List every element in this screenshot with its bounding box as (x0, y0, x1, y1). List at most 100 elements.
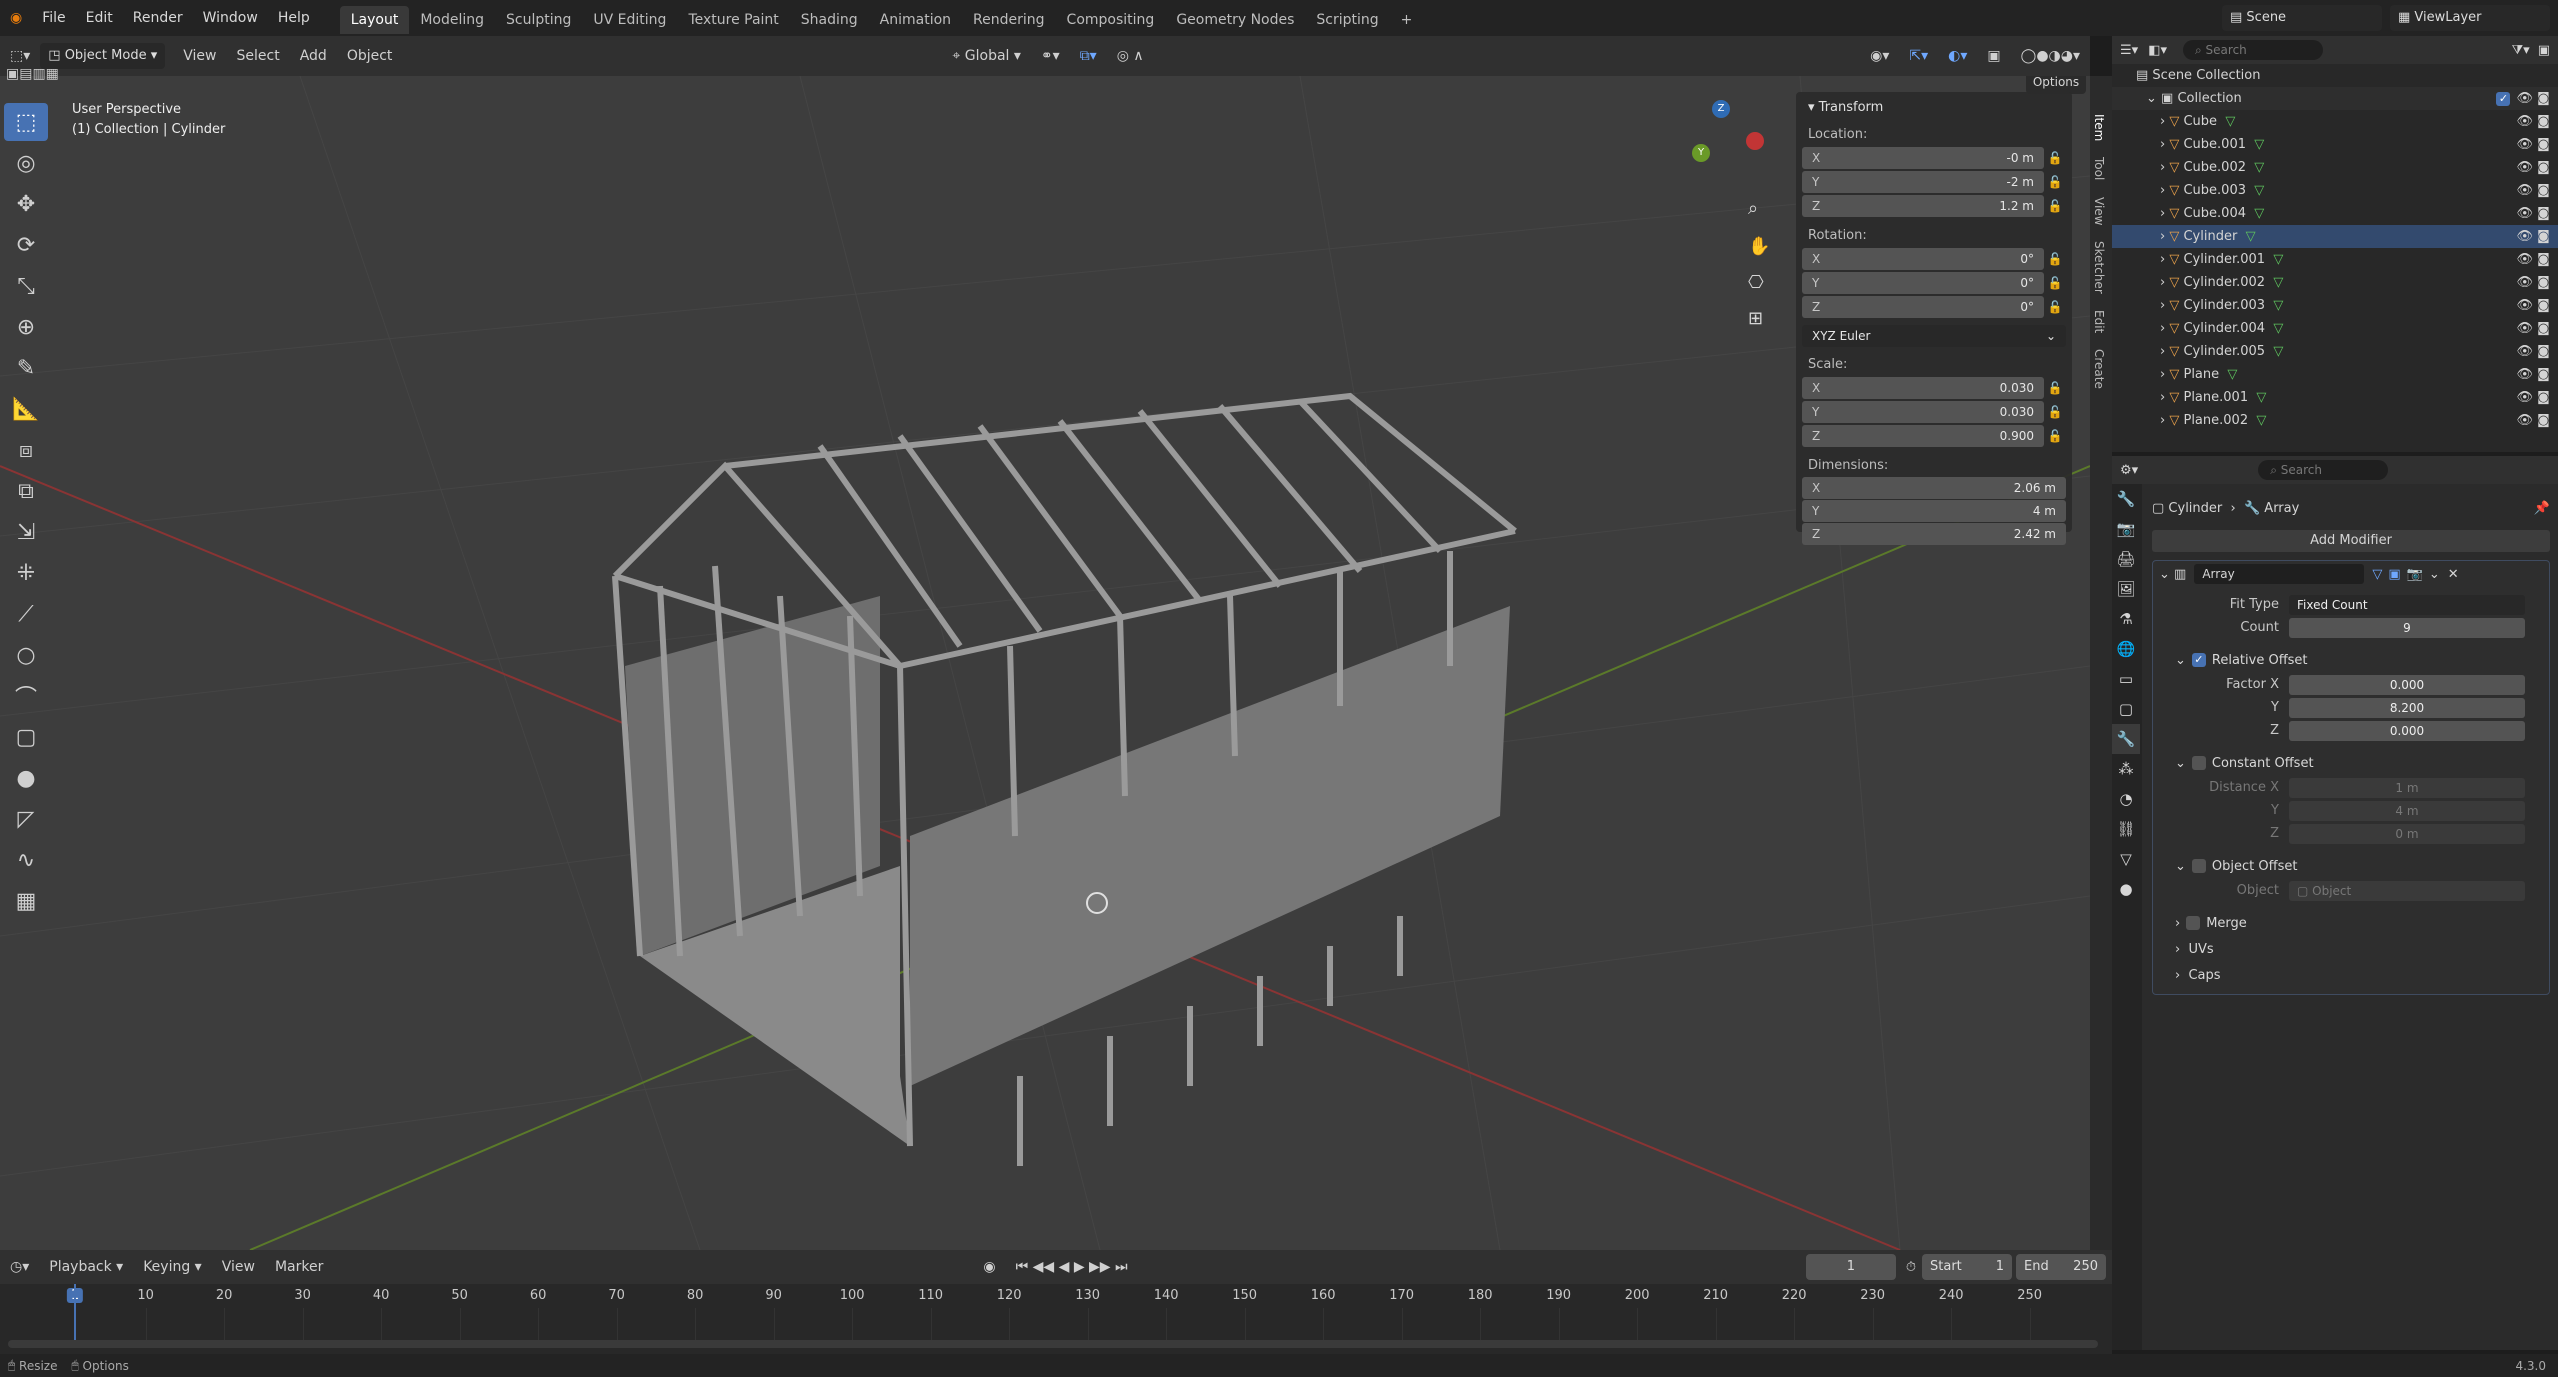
gizmo-y-icon[interactable]: Y (1692, 144, 1710, 162)
menu-keying[interactable]: Keying ▾ (133, 1254, 212, 1280)
eye-icon[interactable]: 👁 (2516, 114, 2533, 129)
scene-collection-row[interactable]: ▤ Scene Collection (2112, 64, 2558, 87)
sphere-tool-icon[interactable]: ● (4, 759, 48, 797)
outliner-row[interactable]: › ▽ Cylinder ▽ 👁 ◙ (2112, 225, 2558, 248)
outliner-row[interactable]: › ▽ Cylinder.003 ▽ 👁 ◙ (2112, 294, 2558, 317)
collection-tab-icon[interactable]: ▭ (2112, 664, 2140, 694)
menu-file[interactable]: File (32, 0, 75, 36)
rotation-z-field[interactable]: Z 0° (1802, 296, 2044, 318)
proportional-edit-icon[interactable]: ◎ ∧ (1107, 43, 1154, 69)
gizmo-x-icon[interactable] (1746, 132, 1764, 150)
rotation-y-field[interactable]: Y 0° (1802, 272, 2044, 294)
render-icon[interactable]: 📷 (2407, 567, 2423, 582)
cursor-tool-icon[interactable]: ◎ (4, 144, 48, 182)
eye-icon[interactable]: 👁 (2516, 252, 2533, 267)
lock-icon[interactable]: 🔓 (2044, 381, 2066, 395)
rectangle-tool-icon[interactable]: ▢ (4, 718, 48, 756)
gizmo-z-icon[interactable]: Z (1712, 100, 1730, 118)
vertex-tool-icon[interactable]: ⁜ (4, 554, 48, 592)
collection-checkbox[interactable]: ✓ (2496, 91, 2511, 106)
camera-icon[interactable]: ◙ (2537, 91, 2550, 106)
timeline-scrollbar[interactable] (8, 1340, 2098, 1348)
menu-object[interactable]: Object (337, 43, 403, 69)
outliner-editor-icon[interactable]: ☰▾ (2120, 43, 2138, 58)
properties-editor-icon[interactable]: ⚙▾ (2120, 463, 2138, 478)
camera-icon[interactable]: ◙ (2537, 298, 2550, 313)
outliner-search-input[interactable]: ⌕ Search (2183, 40, 2323, 60)
collapse-icon[interactable]: ⌄ (2159, 567, 2170, 582)
expand-icon[interactable]: › (2160, 229, 2165, 244)
start-frame-field[interactable]: Start 1 (1922, 1254, 2012, 1280)
tab-tool[interactable]: Tool (2090, 149, 2108, 188)
mode-selector[interactable]: ◳ Object Mode ▾ (40, 43, 166, 69)
pivot-icon[interactable]: ⚭▾ (1031, 43, 1070, 69)
expand-icon[interactable]: › (2160, 252, 2165, 267)
scene-selector[interactable]: ▤ Scene (2222, 5, 2382, 31)
camera-icon[interactable]: ◙ (2537, 137, 2550, 152)
outliner-row[interactable]: › ▽ Plane ▽ 👁 ◙ (2112, 363, 2558, 386)
location-z-field[interactable]: Z 1.2 m (1802, 195, 2044, 217)
camera-icon[interactable]: ◙ (2537, 390, 2550, 405)
relative-offset-checkbox[interactable]: ✓ (2191, 653, 2206, 667)
outliner-row[interactable]: › ▽ Plane.002 ▽ 👁 ◙ (2112, 409, 2558, 432)
camera-icon[interactable]: ◙ (2537, 160, 2550, 175)
record-icon[interactable]: ◉ (973, 1254, 1005, 1280)
rotation-mode-dropdown[interactable]: XYZ Euler ⌄ (1802, 325, 2066, 347)
expand-icon[interactable]: › (2160, 298, 2165, 313)
add-workspace-icon[interactable]: + (1390, 6, 1424, 34)
eye-icon[interactable]: 👁 (2516, 160, 2533, 175)
distance-x-field[interactable]: 1 m (2289, 777, 2525, 798)
add-cube-tool-icon[interactable]: ⧈ (4, 431, 48, 469)
camera-icon[interactable]: ◙ (2537, 229, 2550, 244)
tab-edit[interactable]: Edit (2090, 302, 2108, 341)
menu-marker[interactable]: Marker (265, 1254, 333, 1280)
rotate-tool-icon[interactable]: ⟳ (4, 226, 48, 264)
scene-tab-icon[interactable]: ⚗ (2112, 604, 2140, 634)
tab-animation[interactable]: Animation (869, 6, 962, 34)
expand-icon[interactable]: › (2160, 344, 2165, 359)
outliner-row[interactable]: › ▽ Cube.004 ▽ 👁 ◙ (2112, 202, 2558, 225)
eye-icon[interactable]: 👁 (2516, 321, 2533, 336)
tool-select-mode-row[interactable]: ▣▤▥▦ (6, 66, 59, 82)
constraints-tab-icon[interactable]: ⛓ (2112, 814, 2140, 844)
lock-icon[interactable]: 🔓 (2044, 151, 2066, 165)
circle-tool-icon[interactable]: ○ (4, 636, 48, 674)
outliner-row[interactable]: › ▽ Cylinder.001 ▽ 👁 ◙ (2112, 248, 2558, 271)
expand-icon[interactable]: › (2160, 114, 2165, 129)
perspective-toggle-icon[interactable]: ⊞ (1748, 308, 1763, 329)
view-layer-selector[interactable]: ▦ ViewLayer (2390, 5, 2550, 31)
knife-tool-icon[interactable]: ◸ (4, 800, 48, 838)
menu-window[interactable]: Window (193, 0, 268, 36)
annotate-tool-icon[interactable]: ✎ (4, 349, 48, 387)
fit-type-dropdown[interactable]: Fixed Count (2289, 594, 2525, 615)
editmode-icon[interactable]: ▽ (2372, 567, 2382, 582)
orientation-dropdown[interactable]: ⌖ Global ▾ (942, 43, 1031, 69)
transform-header[interactable]: ▾ Transform (1802, 98, 2066, 117)
menu-edit[interactable]: Edit (76, 0, 123, 36)
camera-icon[interactable]: ◙ (2537, 344, 2550, 359)
count-field[interactable]: 9 (2289, 617, 2525, 638)
camera-icon[interactable]: ◙ (2537, 252, 2550, 267)
eye-icon[interactable]: 👁 (2516, 183, 2533, 198)
lock-icon[interactable]: 🔓 (2044, 429, 2066, 443)
tab-sketcher[interactable]: Sketcher (2090, 233, 2108, 302)
properties-search-input[interactable]: ⌕ Search (2258, 460, 2389, 480)
curve-tool-icon[interactable]: ∿ (4, 841, 48, 879)
camera-icon[interactable]: ◙ (2537, 321, 2550, 336)
menu-view[interactable]: View (173, 43, 226, 69)
tab-scripting[interactable]: Scripting (1305, 6, 1389, 34)
end-frame-field[interactable]: End 250 (2016, 1254, 2106, 1280)
transform-tool-icon[interactable]: ⊕ (4, 308, 48, 346)
eye-icon[interactable]: 👁 (2516, 229, 2533, 244)
eye-icon[interactable]: 👁 (2516, 137, 2533, 152)
merge-checkbox[interactable] (2186, 916, 2201, 930)
physics-tab-icon[interactable]: ◔ (2112, 784, 2140, 814)
gizmo-icon[interactable]: ⇱▾ (1899, 43, 1938, 69)
factor-z-field[interactable]: 0.000 (2289, 720, 2525, 741)
camera-icon[interactable]: ◙ (2537, 183, 2550, 198)
grid-tool-icon[interactable]: ▦ (4, 882, 48, 920)
line-tool-icon[interactable]: ⟋ (4, 595, 48, 633)
eye-icon[interactable]: 👁 (2516, 275, 2533, 290)
blender-logo-icon[interactable]: ◉ (0, 0, 32, 36)
expand-icon[interactable]: › (2160, 137, 2165, 152)
